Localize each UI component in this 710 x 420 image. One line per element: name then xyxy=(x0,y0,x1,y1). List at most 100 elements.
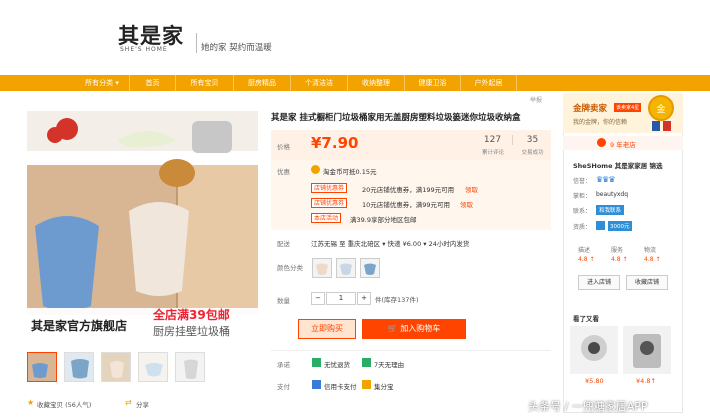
nav-item-cleaning[interactable]: 个清洁洁 xyxy=(291,75,348,91)
watermark: 头条号 / 一兜糖家居APP xyxy=(528,400,648,413)
top-nav: 所有分类 ▾ 首页 所有宝贝 厨房精品 个清洁洁 收纳整理 健康卫浴 户外起居 xyxy=(0,75,710,91)
recommended-price-1: ¥5.80 xyxy=(585,377,604,385)
shop-name[interactable]: SheSHome 其是家家居 锦选 xyxy=(573,160,663,170)
coupon-text-1: 20元店铺优惠券，满199元可用 xyxy=(362,186,455,194)
keeper-name[interactable]: beautyxdq xyxy=(596,191,628,198)
quantity-increase-button[interactable]: + xyxy=(357,292,371,305)
sales-label: 交易成功 xyxy=(521,150,544,156)
share-icon: ⇄ xyxy=(125,398,132,407)
color-swatch-1[interactable] xyxy=(312,258,332,278)
color-label: 颜色分类 xyxy=(277,264,303,272)
thumbnail-3[interactable] xyxy=(101,352,131,382)
coupon-text-2: 10元店铺优惠券，满99元可用 xyxy=(362,201,451,209)
nav-item-storage[interactable]: 收纳整理 xyxy=(348,75,405,91)
credit-label: 信誉： xyxy=(573,178,592,185)
nav-item-bath[interactable]: 健康卫浴 xyxy=(405,75,461,91)
quantity-input[interactable]: 1 xyxy=(326,292,356,305)
add-to-cart-label: 加入购物车 xyxy=(400,324,441,333)
qualification-label: 资质： xyxy=(573,224,592,231)
banner-store-name: 其是家官方旗舰店 xyxy=(31,319,128,333)
return-icon xyxy=(312,358,321,367)
price-label: 价格 xyxy=(277,143,290,151)
color-swatch-2[interactable] xyxy=(336,258,356,278)
tmall-coin-text: 淘金币可抵0.15元 xyxy=(323,168,377,176)
cart-icon: 🛒 xyxy=(387,324,401,333)
deposit-badge: 3000元 xyxy=(608,221,632,231)
rating-logistics-score: 4.8 ↑ xyxy=(644,256,661,263)
delivery-label: 配送 xyxy=(277,240,290,248)
also-viewed-title: 看了又看 xyxy=(573,315,599,323)
reviews-count[interactable]: 127 xyxy=(473,135,513,145)
divider xyxy=(271,350,551,351)
payment-label: 支付 xyxy=(277,383,290,391)
promo-label: 优惠 xyxy=(277,168,290,176)
store-activity-text: 满39.9享部分地区包邮 xyxy=(350,216,417,224)
thumbnail-2[interactable] xyxy=(64,352,94,382)
price-value: ¥7.90 xyxy=(311,134,359,152)
main-product-image[interactable]: 其是家官方旗舰店 全店满39包邮 厨房挂壁垃圾桶 xyxy=(27,111,258,342)
contact-button[interactable]: 和我联系 xyxy=(596,205,625,215)
coupon-tag-2: 店铺优惠券 xyxy=(311,198,348,208)
nav-item-all-categories[interactable]: 所有分类 ▾ xyxy=(75,75,130,91)
coupon-tag-1: 店铺优惠券 xyxy=(311,183,348,193)
product-title: 其是家 挂式橱柜门垃圾桶家用无盖厨房塑料垃圾篓迷你垃圾收纳盒 xyxy=(271,113,521,123)
buy-now-button[interactable]: 立即购买 xyxy=(298,319,356,339)
payment-credit-card: 信用卡支付 xyxy=(324,383,357,391)
reviews-label: 累计评论 xyxy=(481,150,504,156)
delivery-info[interactable]: 江苏无锡 至 重庆北碚区 ▾ 快递 ¥6.00 ▾ 24小时内发货 xyxy=(311,238,469,248)
coin-icon xyxy=(311,165,320,174)
star-icon: ★ xyxy=(27,398,35,407)
gold-seller-tag: 该卖家4星 xyxy=(614,103,642,112)
coupon-claim-1[interactable]: 领取 xyxy=(465,184,478,194)
slogan: 她的家 契约而温暖 xyxy=(201,43,272,53)
keeper-label: 掌柜： xyxy=(573,193,592,200)
logo-divider xyxy=(196,33,197,53)
rating-service-score: 4.8 ↑ xyxy=(611,256,628,263)
enter-shop-button[interactable]: 进入店铺 xyxy=(578,275,620,290)
rating-desc-score: 4.8 ↑ xyxy=(578,256,595,263)
favorite-shop-button[interactable]: 收藏店铺 xyxy=(626,275,668,290)
favorite-link[interactable]: 收藏宝贝 (56人气) xyxy=(37,399,91,409)
stock-text: 件(库存137件) xyxy=(375,296,419,304)
recommended-price-2: ¥4.8↑ xyxy=(636,377,656,385)
thumbnail-4[interactable] xyxy=(138,352,168,382)
rating-service-label: 服务 xyxy=(611,247,624,254)
banner-subtitle: 厨房挂壁垃圾桶 xyxy=(153,325,230,338)
shop-years: 9 年老店 xyxy=(610,141,636,149)
share-link[interactable]: 分享 xyxy=(136,399,149,409)
sales-count: 35 xyxy=(526,135,539,145)
coupon-claim-2[interactable]: 领取 xyxy=(460,199,473,209)
quantity-decrease-button[interactable]: − xyxy=(311,292,325,305)
credit-card-icon xyxy=(312,380,321,389)
report-link[interactable]: 举报 xyxy=(530,95,542,104)
promise-return: 无忧退货 xyxy=(324,361,350,369)
recommended-item-2[interactable] xyxy=(623,326,671,374)
store-activity-tag: 本店活动 xyxy=(311,213,342,223)
shop-years-icon xyxy=(597,138,606,147)
rating-logistics-label: 物流 xyxy=(644,247,657,254)
payment-points: 集分宝 xyxy=(374,383,394,391)
promise-seven-day: 7天无理由 xyxy=(374,361,405,369)
thumbnail-5[interactable] xyxy=(175,352,205,382)
rating-desc-label: 描述 xyxy=(578,247,591,254)
qualification-icon xyxy=(596,221,605,230)
gold-seller-subtitle: 我的金牌，你的信赖 xyxy=(573,119,628,126)
nav-item-all-products[interactable]: 所有宝贝 xyxy=(176,75,234,91)
nav-item-kitchen[interactable]: 厨房精品 xyxy=(234,75,291,91)
add-to-cart-button[interactable]: 🛒 加入购物车 xyxy=(362,319,466,339)
gold-medal-icon: 金 xyxy=(648,95,674,121)
quantity-label: 数量 xyxy=(277,297,290,305)
recommended-item-1[interactable] xyxy=(570,326,618,374)
seven-day-icon xyxy=(362,358,371,367)
medal-ribbon-2 xyxy=(663,121,671,131)
nav-item-outdoor[interactable]: 户外起居 xyxy=(461,75,517,91)
thumbnail-1[interactable] xyxy=(27,352,57,382)
banner-promo: 全店满39包邮 xyxy=(153,308,230,322)
contact-label: 联系： xyxy=(573,208,592,215)
gold-seller-title: 金牌卖家 xyxy=(573,104,608,114)
logo-subtext: SHE'S HOME xyxy=(120,46,168,53)
nav-item-home[interactable]: 首页 xyxy=(130,75,176,91)
color-swatch-3[interactable] xyxy=(360,258,380,278)
medal-ribbon xyxy=(652,121,660,131)
crown-icon: ♛♛♛ xyxy=(596,175,615,184)
